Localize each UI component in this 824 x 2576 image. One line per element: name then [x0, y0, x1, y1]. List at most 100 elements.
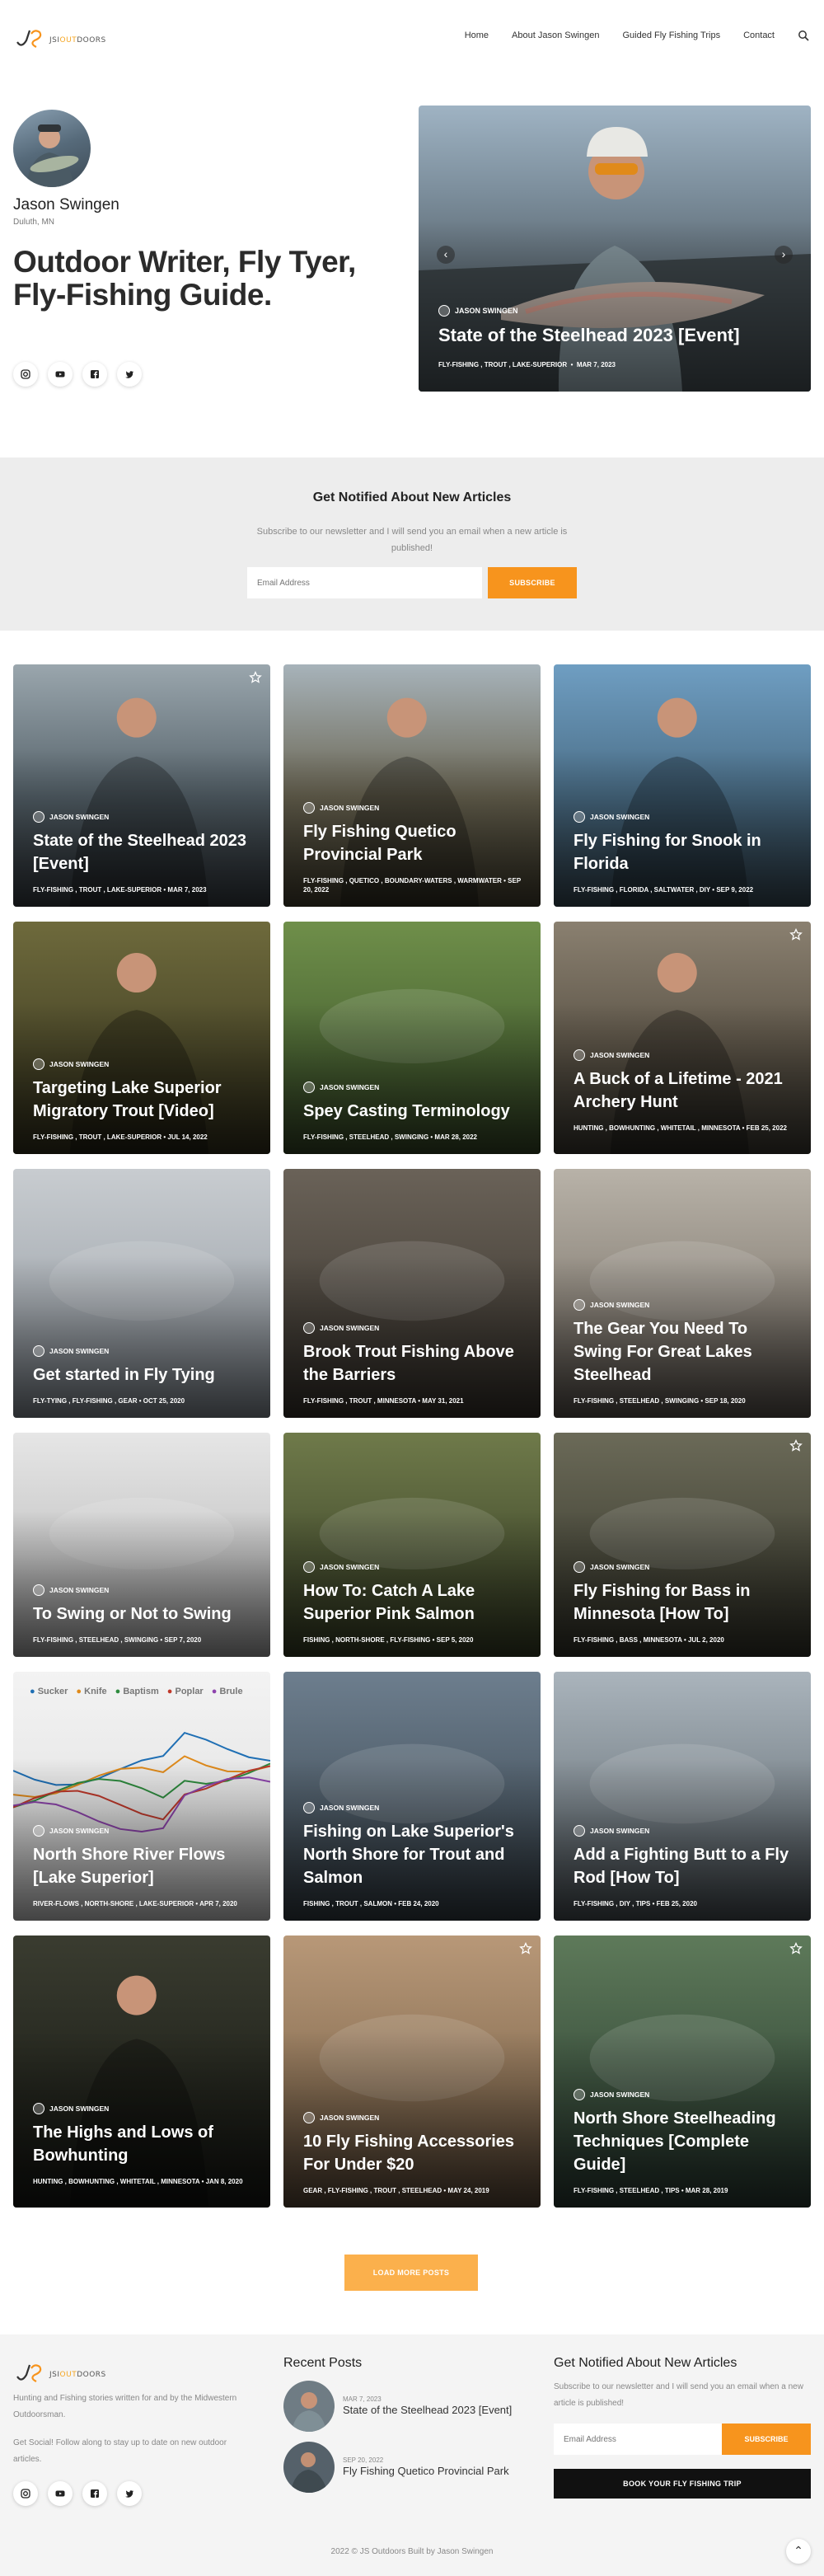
post-author[interactable]: JASON SWINGEN	[303, 2112, 379, 2123]
post-author[interactable]: JASON SWINGEN	[303, 1082, 379, 1093]
post-tags[interactable]: RIVER-FLOWS , NORTH-SHORE , LAKE-SUPERIO…	[33, 1900, 194, 1907]
newsletter-email-input[interactable]	[247, 567, 482, 598]
featured-author[interactable]: JASON SWINGEN	[438, 305, 518, 317]
post-title[interactable]: Targeting Lake Superior Migratory Trout …	[33, 1077, 254, 1123]
footer-facebook-icon[interactable]	[82, 2481, 107, 2506]
footer-subscribe-button[interactable]: SUBSCRIBE	[722, 2424, 811, 2455]
newsletter-subscribe-button[interactable]: SUBSCRIBE	[488, 567, 577, 598]
footer-email-input[interactable]	[554, 2424, 722, 2455]
slider-prev-icon[interactable]: ‹	[437, 246, 455, 264]
post-card[interactable]: JASON SWINGEN How To: Catch A Lake Superi…	[283, 1433, 541, 1657]
twitter-icon[interactable]	[117, 362, 142, 387]
facebook-icon[interactable]	[82, 362, 107, 387]
post-title[interactable]: Fly Fishing for Bass in Minnesota [How T…	[574, 1579, 794, 1626]
post-title[interactable]: How To: Catch A Lake Superior Pink Salmo…	[303, 1579, 524, 1626]
featured-slider[interactable]: ‹ › JASON SWINGEN State of the Steelhead…	[419, 106, 811, 392]
post-title[interactable]: Brook Trout Fishing Above the Barriers	[303, 1340, 524, 1387]
post-title[interactable]: Fly Fishing Quetico Provincial Park	[303, 820, 524, 866]
post-card[interactable]: JASON SWINGEN 10 Fly Fishing Accessories …	[283, 1936, 541, 2208]
post-card[interactable]: JASON SWINGEN Brook Trout Fishing Above t…	[283, 1169, 541, 1418]
post-tags[interactable]: FISHING , NORTH-SHORE , FLY-FISHING	[303, 1636, 430, 1644]
post-author[interactable]: JASON SWINGEN	[574, 1049, 649, 1061]
post-card[interactable]: JASON SWINGEN Fly Fishing for Snook in Fl…	[554, 664, 811, 907]
post-author[interactable]: JASON SWINGEN	[33, 1345, 109, 1357]
post-tags[interactable]: FLY-FISHING , DIY , TIPS	[574, 1900, 650, 1907]
post-author[interactable]: JASON SWINGEN	[574, 2089, 649, 2100]
post-author[interactable]: JASON SWINGEN	[33, 1584, 109, 1596]
post-tags[interactable]: GEAR , FLY-FISHING , TROUT , STEELHEAD	[303, 2187, 442, 2194]
nav-guided-trips[interactable]: Guided Fly Fishing Trips	[622, 30, 720, 40]
post-title[interactable]: To Swing or Not to Swing	[33, 1602, 254, 1626]
site-logo[interactable]: JSIOUTDOORS	[15, 23, 106, 53]
post-author[interactable]: JASON SWINGEN	[303, 1802, 379, 1814]
post-title[interactable]: A Buck of a Lifetime - 2021 Archery Hunt	[574, 1067, 794, 1114]
post-author[interactable]: JASON SWINGEN	[574, 811, 649, 823]
post-title[interactable]: Get started in Fly Tying	[33, 1363, 254, 1387]
post-title[interactable]: 10 Fly Fishing Accessories For Under $20	[303, 2130, 524, 2176]
post-tags[interactable]: FLY-FISHING , BASS , MINNESOTA	[574, 1636, 682, 1644]
footer-logo[interactable]: JSIOUTDOORS	[15, 2358, 106, 2387]
post-title[interactable]: Fishing on Lake Superior's North Shore f…	[303, 1820, 524, 1889]
post-card[interactable]: JASON SWINGEN The Gear You Need To Swing …	[554, 1169, 811, 1418]
post-author[interactable]: JASON SWINGEN	[574, 1825, 649, 1837]
post-title[interactable]: Add a Fighting Butt to a Fly Rod [How To…	[574, 1843, 794, 1889]
post-author[interactable]: JASON SWINGEN	[303, 802, 379, 814]
book-trip-button[interactable]: BOOK YOUR FLY FISHING TRIP	[554, 2469, 811, 2499]
post-title[interactable]: North Shore Steelheading Techniques [Com…	[574, 2107, 794, 2176]
footer-twitter-icon[interactable]	[117, 2481, 142, 2506]
featured-tags[interactable]: FLY-FISHING , TROUT , LAKE-SUPERIOR	[438, 361, 567, 368]
post-author[interactable]: JASON SWINGEN	[303, 1322, 379, 1334]
post-tags[interactable]: FLY-FISHING , TROUT , LAKE-SUPERIOR	[33, 886, 162, 894]
post-tags[interactable]: FISHING , TROUT , SALMON	[303, 1900, 392, 1907]
post-card[interactable]: JASON SWINGEN Fly Fishing Quetico Provinc…	[283, 664, 541, 907]
post-card[interactable]: JASON SWINGEN Get started in Fly Tying FLY…	[13, 1169, 270, 1418]
post-card[interactable]: JASON SWINGEN Fishing on Lake Superior's …	[283, 1672, 541, 1921]
post-title[interactable]: North Shore River Flows [Lake Superior]	[33, 1843, 254, 1889]
post-author[interactable]: JASON SWINGEN	[33, 2103, 109, 2114]
nav-home[interactable]: Home	[465, 30, 489, 40]
post-tags[interactable]: FLY-FISHING , STEELHEAD , SWINGING	[574, 1397, 699, 1405]
post-tags[interactable]: FLY-FISHING , STEELHEAD , SWINGING	[303, 1133, 428, 1141]
post-author[interactable]: JASON SWINGEN	[33, 1058, 109, 1070]
post-tags[interactable]: FLY-FISHING , TROUT , LAKE-SUPERIOR	[33, 1133, 162, 1141]
load-more-button[interactable]: LOAD MORE POSTS	[344, 2255, 478, 2291]
youtube-icon[interactable]	[48, 362, 73, 387]
post-card[interactable]: JASON SWINGEN Add a Fighting Butt to a Fl…	[554, 1672, 811, 1921]
recent-post-title[interactable]: Fly Fishing Quetico Provincial Park	[343, 2464, 509, 2479]
footer-instagram-icon[interactable]	[13, 2481, 38, 2506]
post-author[interactable]: JASON SWINGEN	[574, 1299, 649, 1311]
post-card[interactable]: JASON SWINGEN To Swing or Not to Swing FLY…	[13, 1433, 270, 1657]
nav-contact[interactable]: Contact	[743, 30, 775, 40]
post-tags[interactable]: HUNTING , BOWHUNTING , WHITETAIL , MINNE…	[33, 2178, 199, 2185]
post-tags[interactable]: FLY-FISHING , STEELHEAD , SWINGING	[33, 1636, 158, 1644]
post-card[interactable]: JASON SWINGEN Spey Casting Terminology FLY…	[283, 922, 541, 1154]
post-author[interactable]: JASON SWINGEN	[33, 811, 109, 823]
instagram-icon[interactable]	[13, 362, 38, 387]
post-title[interactable]: The Gear You Need To Swing For Great Lak…	[574, 1317, 794, 1387]
recent-post-item[interactable]: SEP 20, 2022 Fly Fishing Quetico Provinci…	[283, 2442, 509, 2493]
post-card[interactable]: JASON SWINGEN State of the Steelhead 2023…	[13, 664, 270, 907]
post-tags[interactable]: FLY-FISHING , FLORIDA , SALTWATER , DIY	[574, 886, 710, 894]
post-card[interactable]: ● Sucker ● Knife ● Baptism ● Poplar ● Brule J…	[13, 1672, 270, 1921]
post-title[interactable]: Spey Casting Terminology	[303, 1100, 524, 1123]
post-card[interactable]: JASON SWINGEN Targeting Lake Superior Mig…	[13, 922, 270, 1154]
footer-youtube-icon[interactable]	[48, 2481, 73, 2506]
post-tags[interactable]: FLY-FISHING , TROUT , MINNESOTA	[303, 1397, 416, 1405]
slider-next-icon[interactable]: ›	[775, 246, 793, 264]
post-tags[interactable]: FLY-TYING , FLY-FISHING , GEAR	[33, 1397, 138, 1405]
post-title[interactable]: The Highs and Lows of Bowhunting	[33, 2121, 254, 2167]
recent-post-title[interactable]: State of the Steelhead 2023 [Event]	[343, 2403, 532, 2418]
search-icon[interactable]	[798, 30, 809, 41]
post-tags[interactable]: FLY-FISHING , STEELHEAD , TIPS	[574, 2187, 680, 2194]
nav-about[interactable]: About Jason Swingen	[512, 30, 599, 40]
post-card[interactable]: JASON SWINGEN The Highs and Lows of Bowhu…	[13, 1936, 270, 2208]
post-card[interactable]: JASON SWINGEN Fly Fishing for Bass in Min…	[554, 1433, 811, 1657]
post-title[interactable]: Fly Fishing for Snook in Florida	[574, 829, 794, 875]
recent-post-item[interactable]: MAR 7, 2023 State of the Steelhead 2023 […	[283, 2381, 532, 2432]
post-author[interactable]: JASON SWINGEN	[574, 1561, 649, 1573]
post-title[interactable]: State of the Steelhead 2023 [Event]	[33, 829, 254, 875]
post-tags[interactable]: FLY-FISHING , QUETICO , BOUNDARY-WATERS …	[303, 877, 502, 884]
featured-title[interactable]: State of the Steelhead 2023 [Event]	[438, 325, 740, 346]
back-to-top-icon[interactable]: ⌃	[786, 2539, 811, 2564]
post-author[interactable]: JASON SWINGEN	[303, 1561, 379, 1573]
